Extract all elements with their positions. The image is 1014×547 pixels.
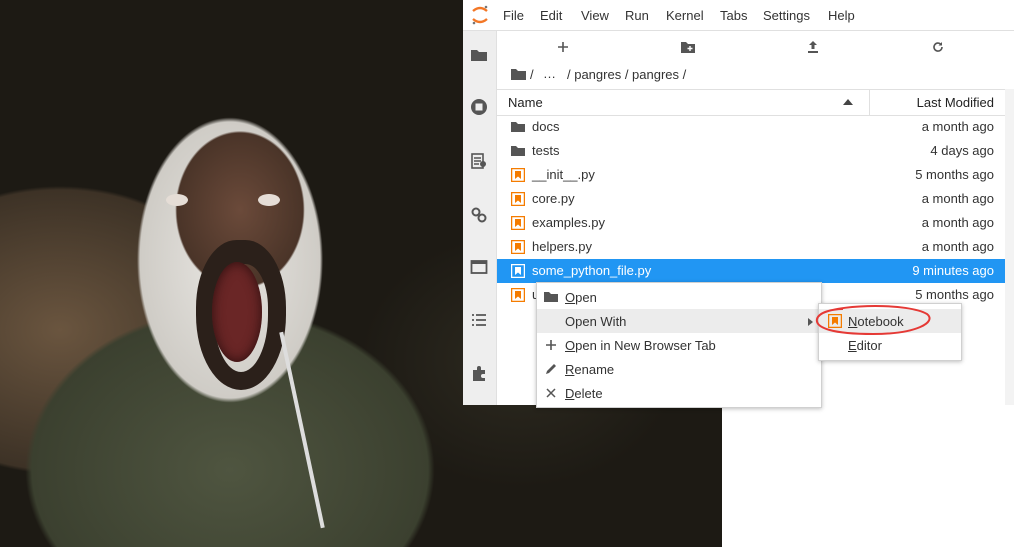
menu-item-rename[interactable]: Rename [537,357,821,381]
new-folder-icon[interactable] [678,39,698,55]
menubar: File Edit View Run Kernel Tabs Settings … [463,0,1014,31]
python-file-icon [511,288,525,302]
menu-item-open-with[interactable]: Open With [537,309,821,333]
file-list-header: Name Last Modified [497,89,1005,116]
file-modified: 4 days ago [930,143,994,158]
menu-edit[interactable]: Edit [540,0,562,30]
photo-mouth [212,262,262,362]
submenu-item-label: Editor [848,338,882,353]
close-icon [546,388,556,398]
menu-item-label: Rename [565,362,615,377]
menu-tabs[interactable]: Tabs [720,0,747,30]
menu-run[interactable]: Run [625,0,649,30]
file-modified: 9 minutes ago [912,263,994,278]
tabs-icon[interactable] [470,258,488,276]
submenu-item-editor[interactable]: Editor [819,333,961,357]
list-item[interactable]: docs a month ago [497,115,1005,139]
python-file-icon [511,168,525,182]
column-header-last-modified[interactable]: Last Modified [917,95,994,110]
plus-icon [546,340,556,350]
python-file-icon [511,264,525,278]
breadcrumb-path[interactable]: / pangres / pangres / [567,67,686,82]
scrollbar[interactable] [1005,89,1014,405]
jupyter-logo-icon [472,5,488,25]
file-name: helpers.py [532,239,592,254]
python-file-icon [511,192,525,206]
context-menu: Open Open With Open in New Browser Tab R… [536,282,822,408]
extension-icon[interactable] [470,364,488,382]
column-header-name[interactable]: Name [508,95,543,110]
menu-kernel[interactable]: Kernel [666,0,704,30]
folder-icon [544,292,558,302]
column-divider[interactable] [869,90,870,115]
breadcrumb-root[interactable]: / [530,67,534,82]
left-sidebar [463,31,497,405]
new-launcher-icon[interactable] [553,39,573,55]
property-inspector-icon[interactable] [470,206,488,224]
list-item[interactable]: __init__.py 5 months ago [497,163,1005,187]
folder-icon[interactable] [470,46,488,64]
list-item[interactable]: core.py a month ago [497,187,1005,211]
menu-item-open-new-tab[interactable]: Open in New Browser Tab [537,333,821,357]
list-item[interactable]: examples.py a month ago [497,211,1005,235]
menu-help[interactable]: Help [828,0,855,30]
list-item[interactable]: helpers.py a month ago [497,235,1005,259]
photo-hoodie-cord [279,331,325,529]
file-modified: a month ago [921,119,994,134]
file-name: tests [532,143,560,158]
folder-icon [511,122,525,132]
file-modified: a month ago [921,239,994,254]
running-icon[interactable] [470,98,488,116]
python-file-icon [511,240,525,254]
menu-item-delete[interactable]: Delete [537,381,821,405]
photo-eye-left [166,194,188,206]
menu-view[interactable]: View [581,0,609,30]
commands-icon[interactable] [470,152,488,170]
python-file-icon [511,216,525,230]
breadcrumb-ellipsis[interactable]: … [543,66,557,81]
list-item-selected[interactable]: some_python_file.py 9 minutes ago [497,259,1005,283]
refresh-icon[interactable] [928,39,948,55]
menu-item-label: Open in New Browser Tab [565,338,716,353]
menu-file[interactable]: File [503,0,524,30]
folder-icon [511,146,525,156]
menu-item-open[interactable]: Open [537,285,821,309]
menu-item-label: Open [565,290,597,305]
folder-icon[interactable] [511,68,526,81]
toc-icon[interactable] [470,311,488,329]
annotation-circle [815,305,931,336]
list-item[interactable]: tests 4 days ago [497,139,1005,163]
file-name: examples.py [532,215,605,230]
file-modified: a month ago [921,191,994,206]
photo-eye-right [258,194,280,206]
file-name: docs [532,119,560,134]
menu-settings[interactable]: Settings [763,0,810,30]
file-modified: 5 months ago [915,287,994,302]
file-name: core.py [532,191,575,206]
file-name: some_python_file.py [532,263,652,278]
file-modified: a month ago [921,215,994,230]
file-modified: 5 months ago [915,167,994,182]
pencil-icon [546,364,556,374]
sort-ascending-icon[interactable] [843,99,853,105]
file-name: __init__.py [532,167,595,182]
menu-item-label: Delete [565,386,603,401]
menu-item-label: Open With [565,314,627,329]
upload-icon[interactable] [803,39,823,55]
